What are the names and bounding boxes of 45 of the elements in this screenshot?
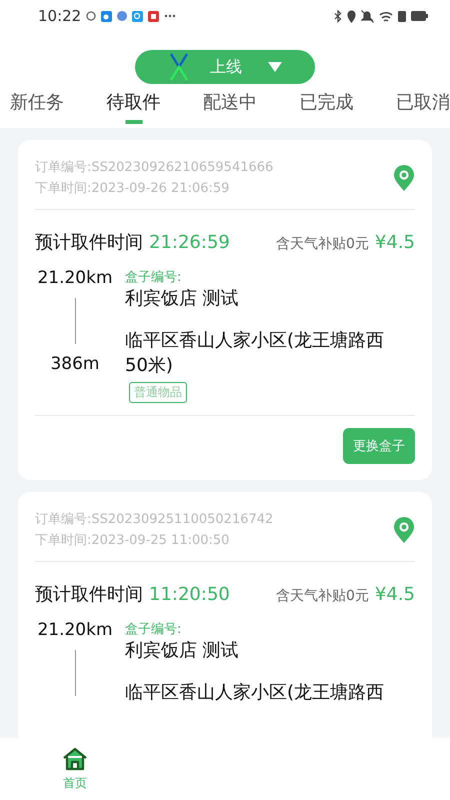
status-tab[interactable]: 新任务 [10, 90, 64, 124]
location-pin-icon[interactable] [393, 164, 415, 192]
item-type-tag: 普通物品 [129, 382, 187, 403]
status-tab[interactable]: 已取消 [396, 90, 450, 124]
order-time: 下单时间:2023-09-25 11:00:50 [35, 532, 230, 549]
distance-to-customer: 386m [50, 354, 100, 374]
chat-bubble-icon [86, 11, 96, 21]
bluetooth-icon [334, 10, 342, 22]
pickup-label: 预计取件时间 [35, 231, 143, 254]
search-app-icon [132, 10, 144, 22]
delivery-address: 临平区香山人家小区(龙王塘路西 [125, 681, 384, 705]
weather-app-icon [101, 10, 112, 22]
distance-to-shop: 21.20km [37, 620, 113, 640]
box-number-label: 盒子编号: [125, 269, 182, 286]
order-number: 订单编号:SS20230925110050216742 [35, 511, 274, 528]
price: ¥4.5 [374, 232, 415, 253]
location-pin-icon[interactable] [393, 516, 415, 544]
book-app-icon [148, 10, 160, 22]
wifi-icon [379, 10, 393, 22]
more-icon [164, 14, 176, 18]
alert-icon [398, 10, 406, 22]
box-number-label: 盒子编号: [125, 621, 182, 638]
pickup-label: 预计取件时间 [35, 583, 143, 606]
shop-name: 利宾饭店 测试 [125, 287, 239, 310]
location-icon [347, 10, 356, 22]
bell-muted-icon [361, 10, 374, 22]
delivery-address: 临平区香山人家小区(龙王塘路西50米) [125, 329, 386, 378]
send-app-icon [117, 11, 128, 21]
price: ¥4.5 [374, 584, 415, 605]
home-icon [62, 746, 88, 770]
x-logo-icon [168, 53, 190, 81]
status-tab[interactable]: 待取件 [106, 90, 160, 124]
battery-icon [411, 11, 428, 21]
subsidy-text: 含天气补贴0元 [276, 235, 369, 253]
status-time: 10:22 [38, 7, 82, 25]
status-tab[interactable]: 配送中 [203, 90, 257, 124]
order-time: 下单时间:2023-09-26 21:06:59 [35, 180, 230, 197]
pickup-time: 11:20:50 [149, 584, 230, 605]
status-tab[interactable]: 已完成 [300, 90, 354, 124]
subsidy-text: 含天气补贴0元 [276, 587, 369, 605]
distance-to-shop: 21.20km [37, 268, 113, 288]
caret-icon [268, 62, 282, 72]
pickup-time: 21:26:59 [149, 232, 230, 253]
order-number: 订单编号:SS20230926210659541666 [35, 159, 274, 176]
shop-name: 利宾饭店 测试 [125, 639, 239, 662]
